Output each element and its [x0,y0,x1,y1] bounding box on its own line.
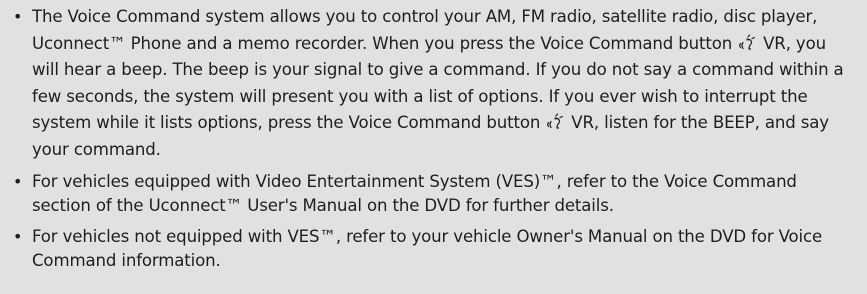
voice-command-button-glyph: VR [738,31,786,58]
bullet-marker: • [13,227,23,246]
voice-command-icon [739,33,756,50]
bullet-marker: • [13,172,23,191]
list-item: • For vehicles not equipped with VES™, re… [11,225,855,273]
list-item: • The Voice Command system allows you to … [11,4,855,163]
bullet-list: • The Voice Command system allows you to … [11,4,855,273]
bullet-marker: • [13,7,23,26]
voice-command-button-glyph: VR [546,110,594,137]
voice-command-icon [547,113,564,129]
bullet-2-text: For vehicles equipped with Video Enterta… [32,172,797,215]
voice-command-button-label: VR [571,113,594,132]
voice-command-button-label: VR [763,33,786,53]
list-item: • For vehicles equipped with Video Entert… [11,170,855,218]
bullet-1-text-part-1: The Voice Command system allows you to c… [32,7,818,53]
instructions-panel: • The Voice Command system allows you to … [0,0,867,294]
bullet-3-text: For vehicles not equipped with VES™, ref… [32,227,823,270]
